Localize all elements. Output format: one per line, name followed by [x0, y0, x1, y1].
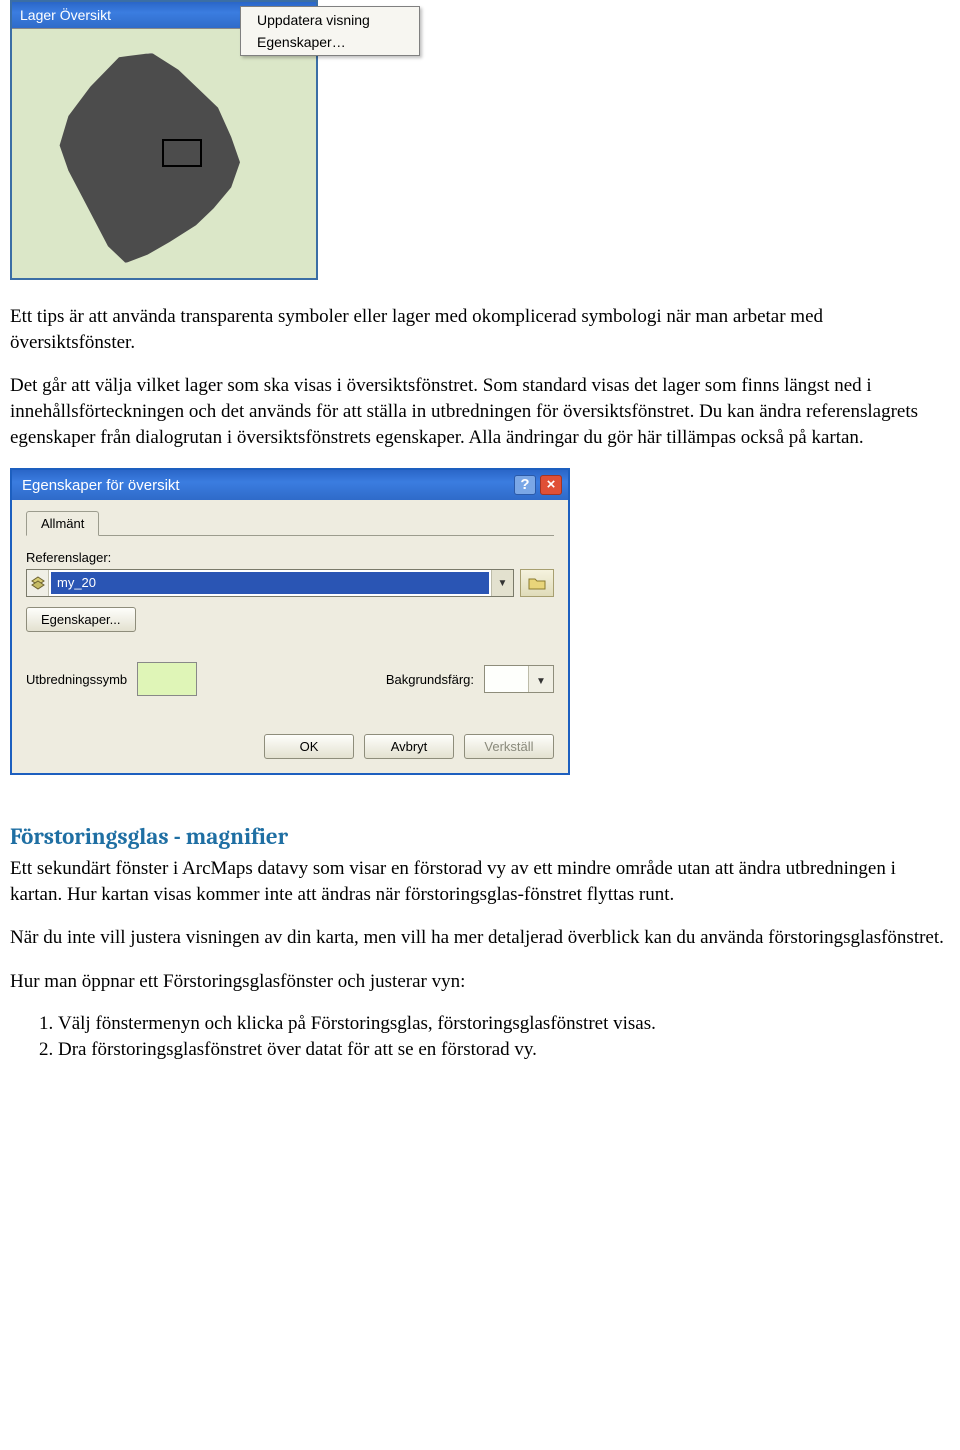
chevron-down-icon[interactable]: ▼	[529, 672, 553, 687]
paragraph-magnifier-howto: Hur man öppnar ett Förstoringsglasfönste…	[10, 969, 950, 995]
close-icon[interactable]: ×	[540, 475, 562, 495]
menu-item-refresh[interactable]: Uppdatera visning	[243, 9, 417, 31]
apply-button[interactable]: Verkställ	[464, 734, 554, 759]
cancel-button[interactable]: Avbryt	[364, 734, 454, 759]
open-folder-button[interactable]	[520, 569, 554, 597]
overview-panel-screenshot: Lager Översikt × Uppdatera visning Egens…	[10, 0, 950, 280]
background-color-label: Bakgrundsfärg:	[386, 672, 474, 687]
extent-symbol-swatch[interactable]	[137, 662, 197, 696]
step-2: Dra förstoringsglasfönstret över datat f…	[58, 1039, 950, 1061]
context-menu: Uppdatera visning Egenskaper…	[240, 6, 420, 56]
reference-layer-value: my_20	[51, 572, 489, 594]
paragraph-layer-select: Det går att välja vilket lager som ska v…	[10, 373, 950, 450]
extent-rectangle[interactable]	[162, 139, 202, 167]
layer-icon	[27, 570, 49, 596]
help-icon[interactable]: ?	[514, 475, 536, 495]
reference-layer-combo[interactable]: my_20 ▼	[26, 569, 514, 597]
dialog-titlebar[interactable]: Egenskaper för översikt ? ×	[12, 470, 568, 500]
tab-general[interactable]: Allmänt	[26, 511, 99, 536]
properties-dialog: Egenskaper för översikt ? × Allmänt Refe…	[10, 468, 570, 775]
extent-symbol-label: Utbredningssymb	[26, 672, 127, 687]
chevron-down-icon[interactable]: ▼	[491, 570, 513, 596]
ok-button[interactable]: OK	[264, 734, 354, 759]
menu-item-properties[interactable]: Egenskaper…	[243, 31, 417, 53]
background-color-swatch	[485, 666, 529, 692]
paragraph-tip: Ett tips är att använda transparenta sym…	[10, 304, 950, 355]
background-color-picker[interactable]: ▼	[484, 665, 554, 693]
dialog-title: Egenskaper för översikt	[22, 477, 180, 494]
overview-map-area[interactable]	[12, 28, 316, 278]
paragraph-magnifier-use: När du inte vill justera visningen av di…	[10, 925, 950, 951]
steps-list: Välj fönstermenyn och klicka på Förstori…	[10, 1013, 950, 1061]
paragraph-magnifier-intro: Ett sekundärt fönster i ArcMaps datavy s…	[10, 856, 950, 907]
map-region-shape	[42, 53, 262, 263]
section-heading-magnifier: Förstoringsglas - magnifier	[10, 823, 950, 850]
reference-layer-label: Referenslager:	[26, 550, 554, 565]
step-1: Välj fönstermenyn och klicka på Förstori…	[58, 1013, 950, 1035]
tabstrip: Allmänt	[26, 510, 554, 536]
layer-properties-button[interactable]: Egenskaper...	[26, 607, 136, 632]
